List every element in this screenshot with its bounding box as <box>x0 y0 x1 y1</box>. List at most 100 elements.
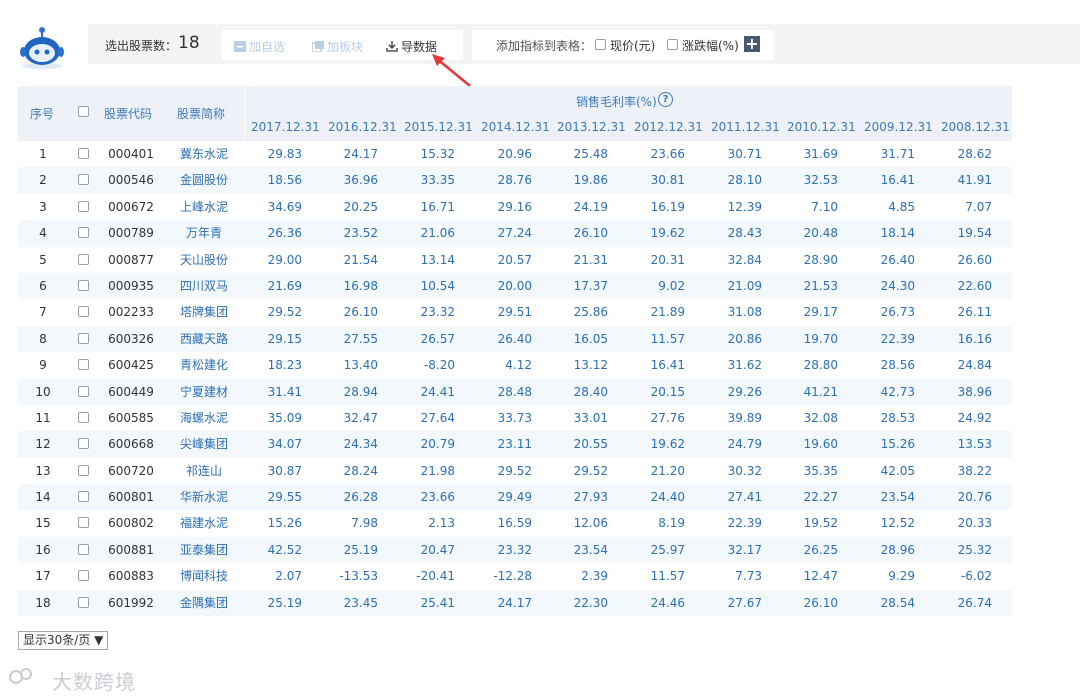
col-header-year[interactable]: 2012.12.31 <box>634 120 703 134</box>
col-header-year[interactable]: 2008.12.31 <box>941 120 1010 134</box>
gross-margin-value: 26.40 <box>497 331 532 346</box>
gross-margin-value: -20.41 <box>416 569 455 584</box>
table-row[interactable]: 15 600802 福建水泥 15.26 7.98 2.13 16.59 12.06 8.19 2… <box>18 510 1012 536</box>
table-row[interactable]: 10 600449 宁夏建材 31.41 28.94 24.41 28.48 28.40 20.… <box>18 378 1012 405</box>
table-row[interactable]: 13 600720 祁连山 30.87 28.24 21.98 29.52 29.52 21.2… <box>18 458 1012 484</box>
gross-margin-value: 41.21 <box>803 384 838 399</box>
stock-name-link[interactable]: 海螺水泥 <box>178 405 230 431</box>
add-indicator-button[interactable]: + <box>744 36 760 52</box>
gross-margin-value: 16.71 <box>420 199 455 214</box>
row-checkbox[interactable] <box>78 227 89 239</box>
gross-margin-value: 23.32 <box>497 542 532 557</box>
stock-name-link[interactable]: 福建水泥 <box>178 510 230 536</box>
page-size-select[interactable]: 显示30条/页 ▼ <box>18 631 109 650</box>
gross-margin-value: 19.60 <box>803 437 838 452</box>
gross-margin-value: 33.01 <box>573 410 608 425</box>
gross-margin-value: 28.80 <box>803 358 838 373</box>
gross-margin-value: 13.12 <box>573 358 608 373</box>
gross-margin-value: 28.54 <box>880 595 915 610</box>
stock-name-link[interactable]: 宁夏建材 <box>178 379 230 405</box>
stock-name-link[interactable]: 西藏天路 <box>178 326 230 352</box>
table-row[interactable]: 3 000672 上峰水泥 34.69 20.25 16.71 29.16 24.19 16.1… <box>18 194 1012 220</box>
row-checkbox[interactable] <box>78 491 89 503</box>
stock-name-link[interactable]: 上峰水泥 <box>178 194 230 220</box>
stock-name-link[interactable]: 青松建化 <box>178 352 230 378</box>
table-row[interactable]: 5 000877 天山股份 29.00 21.54 13.14 20.57 21.31 20.3… <box>18 247 1012 273</box>
gross-margin-value: 11.57 <box>650 569 685 584</box>
price-checkbox[interactable] <box>595 39 606 50</box>
row-checkbox[interactable] <box>78 279 89 291</box>
stock-name-link[interactable]: 博闻科技 <box>178 563 230 589</box>
stock-name-link[interactable]: 祁连山 <box>178 458 230 484</box>
gross-margin-value: 26.74 <box>957 595 992 610</box>
col-header-code[interactable]: 股票代码 <box>104 105 152 122</box>
row-checkbox[interactable] <box>78 148 89 159</box>
row-checkbox[interactable] <box>78 174 89 186</box>
col-header-metric[interactable]: 销售毛利率(%) <box>576 93 657 110</box>
row-checkbox[interactable] <box>78 570 89 582</box>
row-checkbox[interactable] <box>78 385 89 397</box>
table-row[interactable]: 2 000546 金圆股份 18.56 36.96 33.35 28.76 19.86 30.8… <box>18 167 1012 194</box>
row-checkbox[interactable] <box>78 517 89 529</box>
gross-margin-value: 25.19 <box>343 542 378 557</box>
gross-margin-value: 8.19 <box>658 516 685 531</box>
stock-name-link[interactable]: 塔牌集团 <box>178 299 230 325</box>
help-icon[interactable]: ? <box>658 92 673 107</box>
change-pct-checkbox[interactable] <box>667 39 678 50</box>
col-header-year[interactable]: 2011.12.31 <box>711 120 780 134</box>
gross-margin-value: 42.52 <box>267 542 302 557</box>
row-checkbox[interactable] <box>78 543 89 555</box>
stock-name-link[interactable]: 金隅集团 <box>178 590 230 616</box>
gross-margin-value: 28.43 <box>727 226 762 241</box>
stock-name-link[interactable]: 冀东水泥 <box>178 141 230 167</box>
row-checkbox[interactable] <box>78 332 89 344</box>
stock-name-link[interactable]: 四川双马 <box>178 273 230 299</box>
gross-margin-value: 25.41 <box>420 595 455 610</box>
table-row[interactable]: 8 600326 西藏天路 29.15 27.55 26.57 26.40 16.05 11.5… <box>18 325 1012 353</box>
col-header-year[interactable]: 2010.12.31 <box>787 120 856 134</box>
table-row[interactable]: 17 600883 博闻科技 2.07 -13.53 -20.41 -12.28 2.39 11… <box>18 563 1012 589</box>
stock-name-link[interactable]: 万年青 <box>178 220 230 246</box>
row-checkbox[interactable] <box>78 253 89 265</box>
col-header-name[interactable]: 股票简称 <box>177 105 225 122</box>
gross-margin-value: 29.52 <box>497 463 532 478</box>
table-row[interactable]: 12 600668 尖峰集团 34.07 24.34 20.79 23.11 20.55 19.… <box>18 431 1012 458</box>
add-watchlist-button[interactable]: 加自选 <box>234 38 285 55</box>
col-header-year[interactable]: 2009.12.31 <box>864 120 933 134</box>
table-row[interactable]: 18 601992 金隅集团 25.19 23.45 25.41 24.17 22.30 24.… <box>18 589 1012 617</box>
col-header-year[interactable]: 2015.12.31 <box>404 120 473 134</box>
row-checkbox[interactable] <box>78 596 89 608</box>
row-checkbox[interactable] <box>78 200 89 212</box>
add-sector-button[interactable]: 加板块 <box>312 38 363 55</box>
col-header-year[interactable]: 2017.12.31 <box>251 120 320 134</box>
col-header-year[interactable]: 2013.12.31 <box>557 120 626 134</box>
row-checkbox[interactable] <box>78 306 89 318</box>
table-row[interactable]: 9 600425 青松建化 18.23 13.40 -8.20 4.12 13.12 16.41… <box>18 352 1012 378</box>
table-row[interactable]: 11 600585 海螺水泥 35.09 32.47 27.64 33.73 33.01 27.… <box>18 405 1012 431</box>
row-checkbox[interactable] <box>78 464 89 476</box>
row-index: 13 <box>35 463 51 478</box>
gross-margin-value: 19.54 <box>957 226 992 241</box>
col-header-year[interactable]: 2014.12.31 <box>481 120 550 134</box>
row-checkbox[interactable] <box>78 438 89 450</box>
row-checkbox[interactable] <box>78 411 89 423</box>
col-header-year[interactable]: 2016.12.31 <box>328 120 397 134</box>
gross-margin-value: 2.39 <box>581 569 608 584</box>
table-row[interactable]: 16 600881 亚泰集团 42.52 25.19 20.47 23.32 23.54 25.… <box>18 536 1012 564</box>
stock-name-link[interactable]: 尖峰集团 <box>178 431 230 457</box>
select-all-checkbox[interactable] <box>78 106 89 117</box>
stock-name-link[interactable]: 金圆股份 <box>178 167 230 193</box>
row-checkbox[interactable] <box>78 359 89 371</box>
gross-margin-value: 28.10 <box>727 173 762 188</box>
table-row[interactable]: 14 600801 华新水泥 29.55 26.28 23.66 29.49 27.93 24.… <box>18 484 1012 511</box>
stock-name-link[interactable]: 天山股份 <box>178 247 230 273</box>
stock-name-link[interactable]: 亚泰集团 <box>178 537 230 563</box>
stock-name-link[interactable]: 华新水泥 <box>178 484 230 510</box>
table-row[interactable]: 7 002233 塔牌集团 29.52 26.10 23.32 29.51 25.86 21.8… <box>18 299 1012 325</box>
stock-code: 600881 <box>108 542 154 557</box>
table-row[interactable]: 6 000935 四川双马 21.69 16.98 10.54 20.00 17.37 9.02… <box>18 272 1012 300</box>
row-index: 8 <box>39 331 47 346</box>
gross-margin-value: 21.53 <box>803 278 838 293</box>
table-row[interactable]: 1 000401 冀东水泥 29.83 24.17 15.32 20.96 25.48 23.6… <box>18 141 1012 167</box>
table-row[interactable]: 4 000789 万年青 26.36 23.52 21.06 27.24 26.10 19.62… <box>18 220 1012 247</box>
